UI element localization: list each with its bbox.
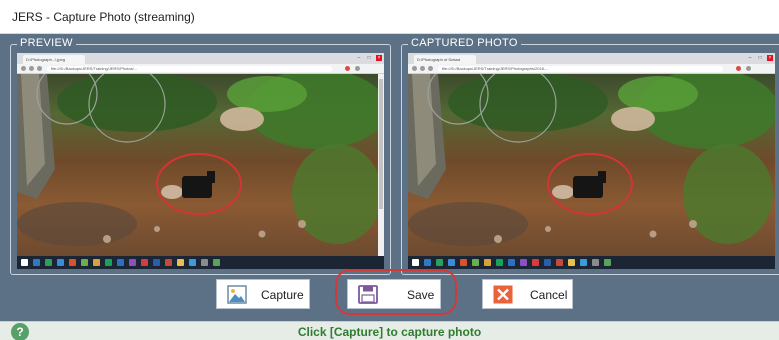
close-icon: ×	[376, 55, 382, 61]
app-icon	[592, 259, 599, 266]
url-field: file:///D:/Backups/JERS/Training/JERS/Ph…	[47, 66, 332, 72]
minimize-icon: –	[357, 55, 361, 61]
app-icon	[213, 259, 220, 266]
app-icon	[69, 259, 76, 266]
forward-icon	[29, 66, 34, 71]
app-icon	[484, 259, 491, 266]
garden-photo	[17, 74, 384, 256]
capture-button-label: Capture	[261, 288, 304, 302]
garden-photo	[408, 74, 775, 256]
app-icon	[117, 259, 124, 266]
forward-icon	[420, 66, 425, 71]
address-bar: file:///D:/Backups/JERS/Training/JERS/Ph…	[17, 64, 384, 74]
edge-icon	[424, 259, 431, 266]
minimize-icon: –	[748, 55, 752, 61]
app-icon	[105, 259, 112, 266]
address-bar: file:///D:/Backups/JERS/Training/JERS/Ph…	[408, 64, 775, 74]
floppy-disk-icon	[358, 285, 378, 304]
app-icon	[568, 259, 575, 266]
cancel-button-label: Cancel	[530, 288, 568, 302]
status-message: Click [Capture] to capture photo	[297, 325, 482, 339]
app-icon	[153, 259, 160, 266]
app-icon	[604, 259, 611, 266]
app-icon	[544, 259, 551, 266]
title-bar: JERS - Capture Photo (streaming)	[0, 0, 779, 34]
captured-photo-view: D:\Photograph of Scissd – □ × file:///D:…	[408, 53, 775, 269]
app-icon	[472, 259, 479, 266]
menu-icon	[746, 66, 751, 71]
capture-button[interactable]: Capture	[216, 279, 310, 309]
app-icon	[177, 259, 184, 266]
extension-icon	[345, 66, 350, 71]
app-icon	[520, 259, 527, 266]
app-icon	[141, 259, 148, 266]
captured-photo-group: CAPTURED PHOTO D:\Photograph of Scissd –…	[401, 37, 779, 275]
app-icon	[81, 259, 88, 266]
save-button[interactable]: Save	[347, 279, 441, 309]
app-icon	[580, 259, 587, 266]
app-icon	[57, 259, 64, 266]
capture-panel: PREVIEW D:\Photograph...\.jpeg – □ × fil…	[0, 34, 779, 321]
browser-tab: D:\Photograph of Scissd	[414, 55, 476, 64]
app-icon	[508, 259, 515, 266]
taskbar: ​​	[17, 256, 384, 269]
reload-icon	[428, 66, 433, 71]
browser-tab-strip: D:\Photograph of Scissd – □ ×	[408, 53, 775, 64]
captured-photo-label: CAPTURED PHOTO	[408, 37, 521, 49]
cancel-button[interactable]: Cancel	[482, 279, 573, 309]
back-icon	[21, 66, 26, 71]
window-title: JERS - Capture Photo (streaming)	[12, 10, 195, 24]
windows-start-icon	[412, 259, 419, 266]
maximize-icon: □	[758, 55, 762, 61]
url-field: file:///D:/Backups/JERS/Training/JERS/Ph…	[438, 66, 723, 72]
app-icon	[556, 259, 563, 266]
browser-tab-strip: D:\Photograph...\.jpeg – □ ×	[17, 53, 384, 64]
app-icon	[448, 259, 455, 266]
preview-stream: D:\Photograph...\.jpeg – □ × file:///D:/…	[17, 53, 384, 269]
app-icon	[189, 259, 196, 266]
save-button-label: Save	[407, 288, 435, 302]
windows-start-icon	[21, 259, 28, 266]
app-icon	[532, 259, 539, 266]
app-icon	[201, 259, 208, 266]
app-icon	[460, 259, 467, 266]
reload-icon	[37, 66, 42, 71]
app-icon	[496, 259, 503, 266]
taskbar	[408, 256, 775, 269]
app-icon	[45, 259, 52, 266]
image-icon	[227, 285, 247, 304]
app-icon	[436, 259, 443, 266]
back-icon	[412, 66, 417, 71]
preview-group: PREVIEW D:\Photograph...\.jpeg – □ × fil…	[10, 37, 391, 275]
scrollbar-thumb	[379, 79, 383, 209]
preview-label: PREVIEW	[17, 37, 76, 49]
app-icon	[93, 259, 100, 266]
extension-icon	[736, 66, 741, 71]
menu-icon	[355, 66, 360, 71]
app-icon	[165, 259, 172, 266]
edge-icon	[33, 259, 40, 266]
close-icon	[493, 285, 513, 304]
browser-tab: D:\Photograph...\.jpeg	[23, 55, 85, 64]
maximize-icon: □	[367, 55, 371, 61]
app-icon	[129, 259, 136, 266]
close-icon: ×	[767, 55, 773, 61]
status-bar: ? Click [Capture] to capture photo	[0, 321, 779, 340]
